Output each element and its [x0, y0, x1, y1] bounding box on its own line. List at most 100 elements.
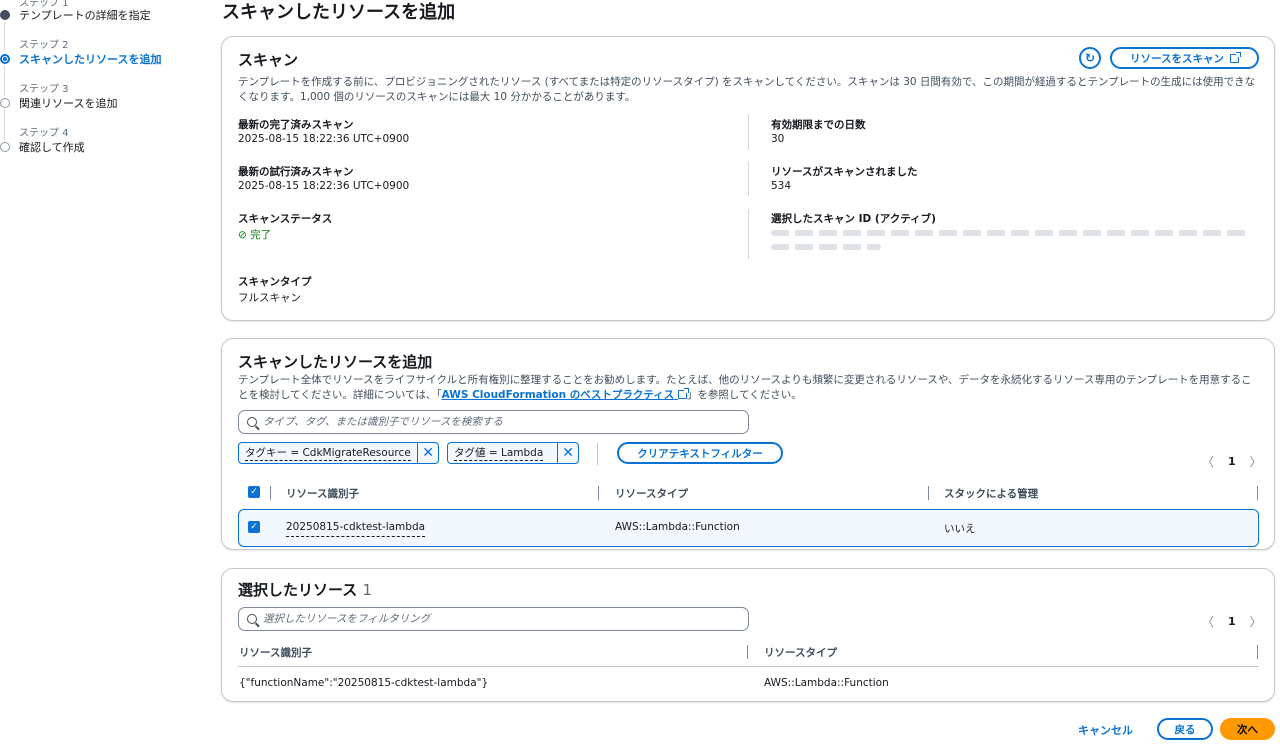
check-icon: ✓	[250, 522, 258, 532]
selected-filter-field[interactable]	[238, 607, 749, 631]
filter-token-tag-value-label[interactable]: タグ値 = Lambda	[448, 443, 559, 463]
next-button-label: 次へ	[1237, 723, 1258, 736]
column-divider	[748, 162, 749, 196]
step-done-icon	[0, 10, 10, 20]
step-4-title: 確認して作成	[19, 141, 85, 154]
selected-row-resource-id: {"functionName":"20250815-cdktest-lambda…	[239, 677, 489, 689]
remove-filter-button[interactable]: ✕	[558, 443, 578, 463]
column-separator	[1257, 486, 1258, 500]
chevron-right-icon[interactable]: 〉	[1250, 613, 1262, 630]
chevron-right-icon[interactable]: 〉	[1250, 453, 1262, 470]
row-resource-id: 20250815-cdktest-lambda	[286, 521, 426, 537]
chevron-left-icon[interactable]: 〈	[1202, 453, 1214, 470]
last-completed-scan-label: 最新の完了済みスキャン	[238, 119, 354, 131]
selected-filter-input[interactable]	[263, 613, 683, 625]
add-resources-title: スキャンしたリソースを追加	[238, 353, 433, 371]
last-attempted-scan-label: 最新の試行済みスキャン	[238, 166, 354, 178]
last-attempted-scan-value: 2025-08-15 18:22:36 UTC+0900	[238, 180, 410, 192]
resources-scanned-label: リソースがスキャンされました	[771, 166, 918, 178]
scan-resources-button[interactable]: リソースをスキャン	[1110, 47, 1259, 69]
back-button[interactable]: 戻る	[1157, 718, 1213, 740]
token-divider	[597, 443, 598, 465]
refresh-icon: ↻	[1084, 51, 1096, 65]
description-suffix: 」を参照してください。	[686, 389, 802, 401]
redacted-scan-id	[771, 230, 1251, 236]
scan-description: テンプレートを作成する前に、プロビジョニングされたリソース (すべてまたは特定の…	[238, 76, 1256, 103]
scan-status-label: スキャンステータス	[238, 213, 333, 225]
row-resource-type: AWS::Lambda::Function	[615, 521, 740, 533]
column-header-resource-id[interactable]: リソース識別子	[286, 486, 359, 501]
clear-filter-label: クリアテキストフィルター	[637, 447, 763, 460]
chevron-left-icon[interactable]: 〈	[1202, 613, 1214, 630]
external-link-icon	[677, 388, 689, 399]
current-page[interactable]: 1	[1228, 615, 1236, 628]
scan-type-value: フルスキャン	[238, 292, 301, 304]
column-header-resource-type[interactable]: リソースタイプ	[764, 645, 837, 660]
filter-token-tag-key-label[interactable]: タグキー = CdkMigrateResource	[239, 443, 419, 463]
row-checkbox[interactable]: ✓	[248, 521, 260, 533]
pagination: 〈 1 〉	[1202, 453, 1262, 470]
scan-card-title: スキャン	[238, 51, 299, 69]
refresh-button[interactable]: ↻	[1079, 47, 1101, 69]
row-managed-by-stack: いいえ	[944, 523, 976, 535]
wizard-stepper: ステップ 1 テンプレートの詳細を指定 ステップ 2 スキャンしたリソースを追加…	[0, 0, 200, 745]
scan-status: ⊘ 完了	[238, 227, 271, 242]
step-connector	[4, 22, 5, 50]
remove-filter-button[interactable]: ✕	[418, 443, 438, 463]
filter-token-tag-key-text: タグキー = CdkMigrateResource	[245, 447, 411, 461]
selected-resources-card: 選択したリソース 1 〈 1 〉 リソース識別子 リソースタイプ {"funct…	[221, 568, 1275, 702]
column-divider	[748, 209, 749, 259]
filter-token-tag-value: タグ値 = Lambda ✕	[447, 442, 579, 464]
external-link-icon	[1229, 51, 1241, 63]
days-until-expiry-value: 30	[771, 133, 785, 145]
scan-button-label: リソースをスキャン	[1130, 52, 1224, 65]
step-3-title: 関連リソースを追加	[19, 97, 118, 110]
step-2-label: ステップ 2	[19, 40, 69, 51]
selected-resources-title-text: 選択したリソース	[238, 581, 358, 599]
selected-row-resource-type: AWS::Lambda::Function	[764, 677, 889, 689]
column-separator	[1257, 645, 1258, 659]
step-connector	[4, 110, 5, 140]
add-resources-description: テンプレート全体でリソースをライフサイクルと所有権別に整理することをお勧めします…	[238, 373, 1258, 403]
cancel-button[interactable]: キャンセル	[1078, 722, 1133, 738]
step-pending-icon	[0, 98, 10, 108]
column-separator	[598, 486, 599, 500]
column-header-resource-type[interactable]: リソースタイプ	[615, 486, 688, 501]
close-icon: ✕	[562, 445, 574, 461]
step-active-icon	[0, 54, 10, 64]
step-connector	[4, 66, 5, 96]
best-practices-link[interactable]: AWS CloudFormation のベストプラクティス	[441, 388, 689, 401]
pagination: 〈 1 〉	[1202, 613, 1262, 630]
page-title: スキャンしたリソースを追加	[222, 2, 456, 23]
last-completed-scan-value: 2025-08-15 18:22:36 UTC+0900	[238, 133, 410, 145]
resource-search-input[interactable]	[263, 416, 683, 428]
next-button[interactable]: 次へ	[1220, 718, 1275, 740]
step-2-title: スキャンしたリソースを追加	[19, 53, 162, 66]
back-button-label: 戻る	[1174, 723, 1196, 736]
add-scanned-resources-card: スキャンしたリソースを追加 テンプレート全体でリソースをライフサイクルと所有権別…	[221, 338, 1275, 550]
scan-status-value: 完了	[250, 229, 272, 241]
filter-token-tag-value-text: タグ値 = Lambda	[454, 447, 544, 461]
clear-filter-button[interactable]: クリアテキストフィルター	[617, 442, 783, 464]
select-all-checkbox[interactable]: ✓	[248, 486, 260, 498]
resource-search-field[interactable]	[238, 410, 749, 434]
best-practices-link-text: AWS CloudFormation のベストプラクティス	[441, 389, 675, 401]
resource-id-text[interactable]: 20250815-cdktest-lambda	[286, 521, 426, 537]
current-page[interactable]: 1	[1228, 455, 1236, 468]
check-icon: ✓	[250, 487, 258, 497]
step-1-title[interactable]: テンプレートの詳細を指定	[19, 7, 151, 23]
scan-type-label: スキャンタイプ	[238, 276, 312, 288]
search-icon	[247, 614, 257, 624]
column-header-resource-id[interactable]: リソース識別子	[239, 645, 312, 660]
check-circle-icon: ⊘	[238, 229, 247, 241]
step-3-label: ステップ 3	[19, 84, 69, 95]
scan-card: スキャン ↻ リソースをスキャン テンプレートを作成する前に、プロビジョニングさ…	[221, 36, 1275, 321]
selected-resources-count: 1	[362, 581, 373, 599]
step-4-label: ステップ 4	[19, 128, 69, 139]
header-divider	[238, 666, 1259, 667]
close-icon: ✕	[422, 445, 434, 461]
column-header-managed-by-stack[interactable]: スタックによる管理	[944, 486, 1038, 501]
column-separator	[747, 645, 748, 659]
selected-resources-title: 選択したリソース 1	[238, 579, 372, 600]
column-separator	[928, 486, 929, 500]
